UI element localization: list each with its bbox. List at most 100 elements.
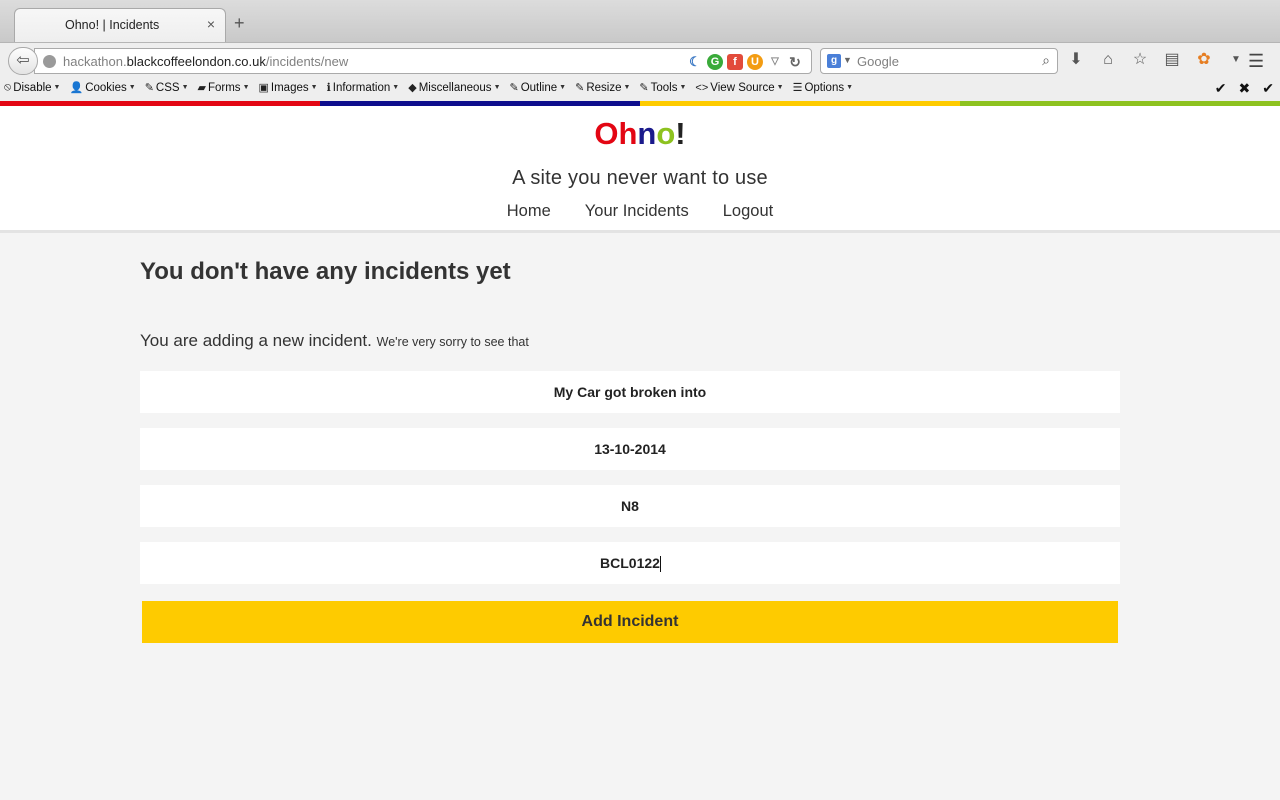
nav-logout[interactable]: Logout <box>723 202 773 221</box>
chevron-down-icon: ▼ <box>846 84 854 91</box>
chevron-down-icon: ▼ <box>128 84 136 91</box>
check-icon[interactable]: ✔ <box>1215 80 1227 97</box>
devtools-item-label: Options <box>804 81 845 94</box>
devtools-item-icon: ◆ <box>408 82 417 94</box>
devtools-item-label: Cookies <box>85 81 127 94</box>
devtools-item-icon: ▰ <box>197 82 206 94</box>
devtools-menu: ⦸ Disable ▼ 👤 Cookies ▼ ✎ CSS ▼ ▰ Forms ▼ ▣ Images ▼ ℹ I… <box>4 81 853 94</box>
add-incident-button[interactable]: Add Incident <box>142 601 1118 643</box>
devtools-item-icon: ▣ <box>258 82 269 94</box>
devtools-item-icon: ⦸ <box>4 81 12 93</box>
tab-title: Ohno! | Incidents <box>65 18 160 32</box>
logo-letter: O <box>594 116 619 151</box>
back-arrow-icon: ⇦ <box>16 52 30 69</box>
chevron-down-icon: ▼ <box>392 84 400 91</box>
devtools-item-label: View Source <box>710 81 775 94</box>
devtools-item-icon: ✎ <box>509 82 519 94</box>
new-tab-button[interactable]: + <box>234 14 245 32</box>
logo-letter: h <box>618 116 638 151</box>
url-domain: blackcoffeelondon.co.uk <box>126 54 266 69</box>
devtools-menu-css[interactable]: ✎ CSS ▼ <box>144 81 189 95</box>
chevron-down-icon: ▼ <box>242 84 250 91</box>
devtools-menu-outline[interactable]: ✎ Outline ▼ <box>509 81 567 95</box>
browser-tab[interactable]: Ohno! | Incidents × <box>14 8 226 42</box>
globe-icon <box>43 55 56 68</box>
devtools-item-icon: 👤 <box>69 82 84 94</box>
bookmark-star-icon[interactable]: ☆ <box>1130 50 1150 70</box>
chevron-down-icon[interactable]: ▽ <box>767 54 783 70</box>
toolbar-icons: ⬇ ⌂ ☆ ▤ ✿ ▼ <box>1066 50 1246 70</box>
logo-letter: n <box>637 116 657 151</box>
devtools-menu-information[interactable]: ℹ Information ▼ <box>326 81 400 95</box>
chevron-down-icon: ▼ <box>493 84 501 91</box>
firebug-icon[interactable]: ✿ <box>1194 50 1214 70</box>
incident-reference-field[interactable] <box>140 542 1120 584</box>
site-tagline: A site you never want to use <box>512 167 768 189</box>
main-nav: Home Your Incidents Logout <box>0 202 1280 221</box>
devtools-menu-images[interactable]: ▣ Images ▼ <box>258 81 318 95</box>
tab-close-icon[interactable]: × <box>207 16 215 32</box>
firebug-dropdown-icon[interactable]: ▼ <box>1226 50 1246 70</box>
devtools-item-label: Images <box>270 81 309 94</box>
devtools-menu-view-source[interactable]: <> View Source ▼ <box>695 81 783 94</box>
devtools-item-label: Miscellaneous <box>418 81 492 94</box>
wappalyzer-icon[interactable]: ☾ <box>687 54 703 70</box>
ublock-icon[interactable]: U <box>747 54 763 70</box>
check-icon[interactable]: ✔ <box>1262 80 1274 97</box>
intro-main: You are adding a new incident. <box>140 331 372 350</box>
incident-postcode-field[interactable] <box>140 485 1120 527</box>
devtools-menu-cookies[interactable]: 👤 Cookies ▼ <box>69 81 136 95</box>
site-logo[interactable]: Ohno! <box>0 116 1280 152</box>
incident-date-field[interactable] <box>140 428 1120 470</box>
url-text: hackathon.blackcoffeelondon.co.uk/incide… <box>63 54 348 69</box>
nav-your-incidents[interactable]: Your Incidents <box>585 202 689 221</box>
devtools-menu-tools[interactable]: ✎ Tools ▼ <box>639 81 687 95</box>
devtools-menu-miscellaneous[interactable]: ◆ Miscellaneous ▼ <box>408 81 501 95</box>
search-bar[interactable]: g ▼ Google ⌕ <box>820 48 1058 74</box>
devbar-status: ✔ ✖ ✔ <box>1215 80 1274 97</box>
search-icon[interactable]: ⌕ <box>1042 52 1050 69</box>
grammarly-icon[interactable]: G <box>707 54 723 70</box>
devtools-item-icon: ✎ <box>639 82 649 94</box>
url-bar[interactable]: hackathon.blackcoffeelondon.co.uk/incide… <box>34 48 812 74</box>
chevron-down-icon: ▼ <box>776 84 784 91</box>
search-engine-dropdown-icon[interactable]: ▼ <box>843 55 852 65</box>
devtools-item-icon: ✎ <box>575 82 585 94</box>
intro-small: We're very sorry to see that <box>376 335 529 349</box>
browser-navbar: hackathon.blackcoffeelondon.co.uk/incide… <box>0 42 1280 78</box>
site-header: Ohno! A site you never want to use Home … <box>0 106 1280 233</box>
nav-home[interactable]: Home <box>507 202 551 221</box>
back-button[interactable]: ⇦ <box>8 47 38 75</box>
google-icon: g <box>827 54 841 68</box>
browser-tabstrip: Ohno! | Incidents × + <box>0 0 1280 42</box>
devtools-item-icon: ✎ <box>144 82 154 94</box>
chevron-down-icon: ▼ <box>181 84 189 91</box>
devtools-item-label: Disable <box>13 81 52 94</box>
devtools-menu-resize[interactable]: ✎ Resize ▼ <box>575 81 630 95</box>
devtools-menu-disable[interactable]: ⦸ Disable ▼ <box>4 81 60 94</box>
logo-letter: o <box>656 116 676 151</box>
hamburger-menu-icon[interactable]: ☰ <box>1248 51 1264 72</box>
devtools-item-label: Tools <box>650 81 678 94</box>
devtools-menu-options[interactable]: ☰ Options ▼ <box>792 81 854 95</box>
reload-icon[interactable]: ↻ <box>787 54 803 70</box>
incident-title-field[interactable] <box>140 371 1120 413</box>
reading-list-icon[interactable]: ▤ <box>1162 50 1182 70</box>
search-input[interactable]: Google <box>857 54 899 69</box>
url-bar-icons: ☾ G f U ▽ ↻ <box>687 53 803 71</box>
home-icon[interactable]: ⌂ <box>1098 50 1118 70</box>
download-icon[interactable]: ⬇ <box>1066 50 1086 70</box>
logo-letter: ! <box>675 116 686 151</box>
devtools-item-label: CSS <box>155 81 180 94</box>
web-developer-toolbar: ⦸ Disable ▼ 👤 Cookies ▼ ✎ CSS ▼ ▰ Forms ▼ ▣ Images ▼ ℹ I… <box>0 78 1280 101</box>
chevron-down-icon: ▼ <box>679 84 687 91</box>
devtools-item-icon: ☰ <box>792 82 803 94</box>
devtools-menu-forms[interactable]: ▰ Forms ▼ <box>197 81 250 95</box>
close-icon[interactable]: ✖ <box>1239 80 1251 97</box>
intro-text: You are adding a new incident. We're ver… <box>140 331 529 351</box>
devtools-item-icon: ℹ <box>326 82 331 94</box>
url-prefix: hackathon. <box>63 54 127 69</box>
devtools-item-icon: <> <box>695 81 709 94</box>
devtools-item-label: Information <box>332 81 391 94</box>
font-icon[interactable]: f <box>727 54 743 70</box>
